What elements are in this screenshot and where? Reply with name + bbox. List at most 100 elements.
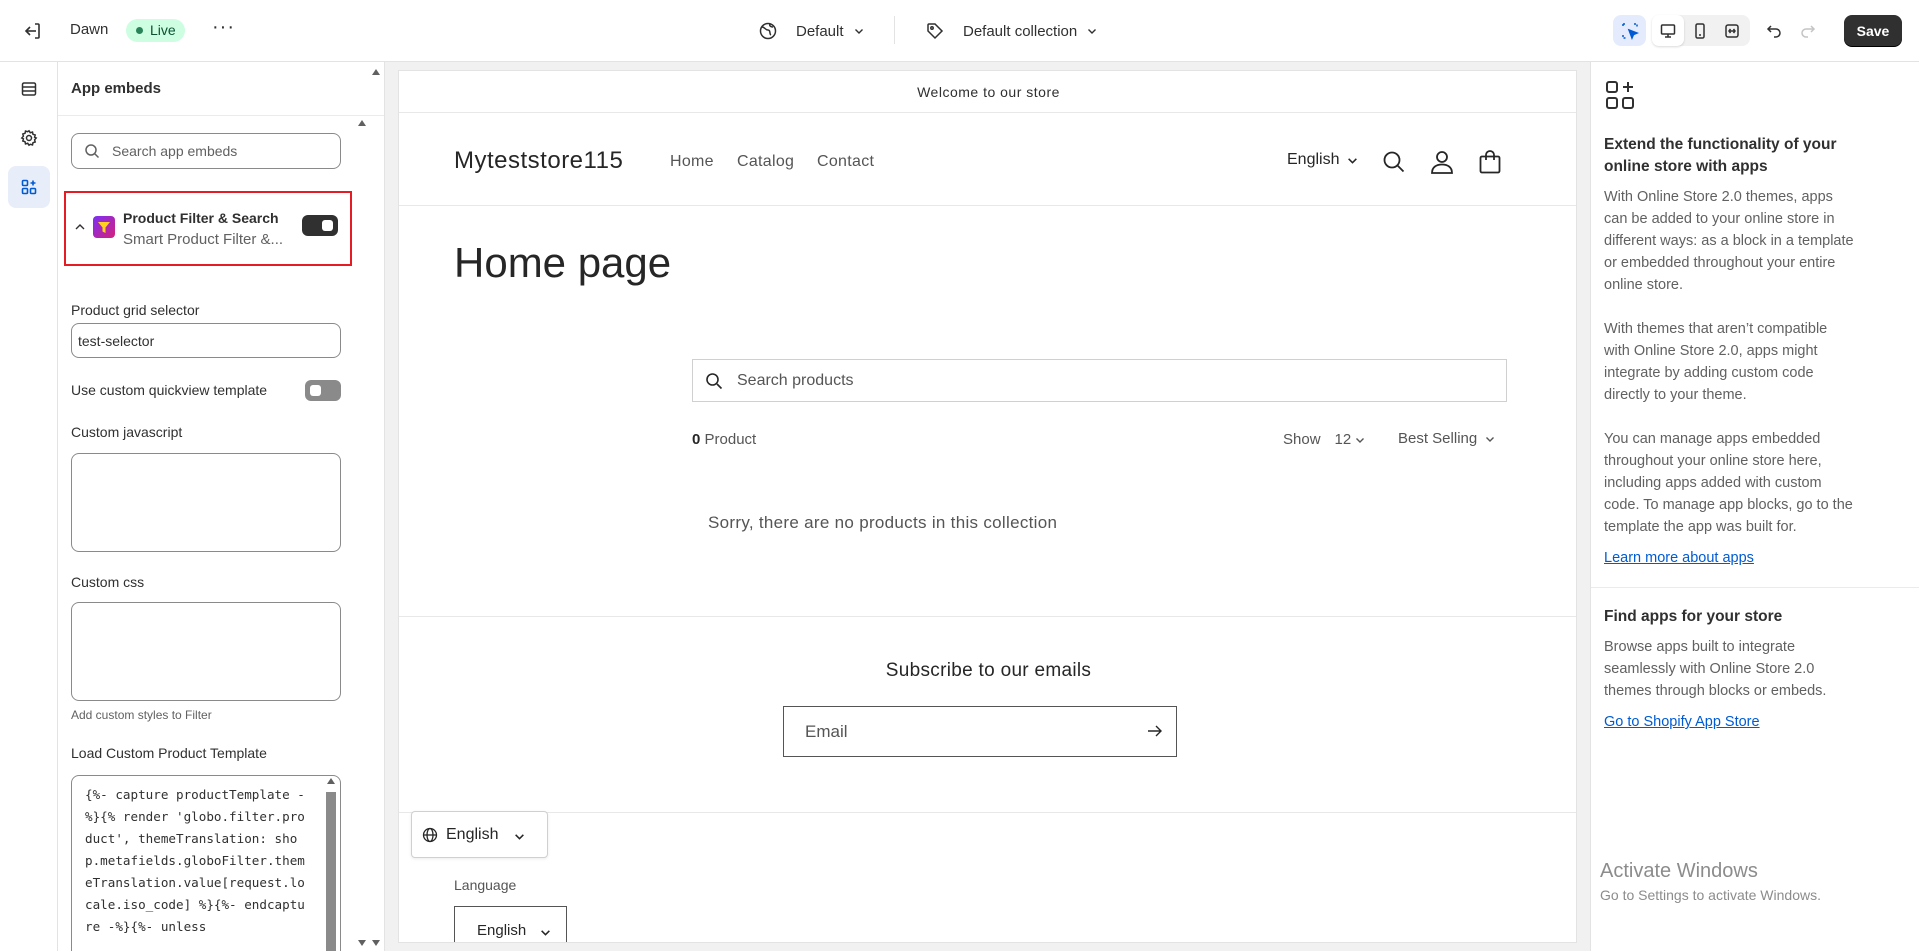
chevron-down-icon [854,29,863,34]
chevron-down-icon [1486,436,1495,442]
left-rail [0,62,58,951]
scroll-down-arrow-icon[interactable] [358,940,366,946]
save-button[interactable]: Save [1844,15,1902,46]
cursor-select-icon [1622,23,1640,41]
nav-home[interactable]: Home [670,153,714,171]
app-name: Product Filter & Search [123,210,279,226]
nav-catalog[interactable]: Catalog [737,153,794,171]
inspector-button[interactable] [1613,15,1646,46]
desktop-view-button[interactable] [1652,15,1684,46]
scroll-down-arrow-icon[interactable] [372,940,380,946]
desktop-icon [1660,23,1676,38]
chevron-up-icon[interactable] [74,221,86,233]
scroll-up-arrow-icon[interactable] [372,69,380,75]
app-store-link[interactable]: Go to Shopify App Store [1604,714,1760,730]
footer-language-label: Language [454,877,517,893]
footer-language-value: English [477,921,527,939]
collection-select[interactable]: Default collection [925,19,1097,43]
textarea-scrollbar[interactable] [326,792,336,951]
product-search-input[interactable]: Search products [692,359,1507,402]
quickview-label: Use custom quickview template [71,382,268,398]
footer-language-select[interactable]: English [454,906,567,942]
page-title: Home page [454,239,672,286]
search-icon [85,144,100,159]
custom-js-label: Custom javascript [71,424,183,440]
gear-icon [20,129,38,147]
globe-icon [759,22,777,40]
apps-icon [21,179,37,195]
globe-icon [422,827,438,843]
product-count: 0 Product [692,431,757,448]
rail-app-embeds-button[interactable] [8,166,50,208]
cart-icon[interactable] [1476,148,1504,176]
exit-icon[interactable] [20,19,44,43]
panel-title: App embeds [71,80,162,97]
store-preview: Welcome to our store Myteststore115 Home… [398,70,1577,943]
device-switcher [1652,15,1750,46]
divider [1591,587,1919,588]
find-apps-title: Find apps for your store [1604,608,1783,625]
search-input[interactable]: Search app embeds [71,133,341,169]
show-value: 12 [1334,431,1352,448]
show-select[interactable]: Show 12 [1283,431,1365,448]
mobile-view-button[interactable] [1684,15,1716,46]
divider [58,115,384,116]
custom-css-helper: Add custom styles to Filter [71,708,212,722]
sort-value: Best Selling [1398,430,1478,447]
email-field[interactable]: Email [783,706,1177,757]
grid-selector-input[interactable]: test-selector [71,323,341,358]
custom-js-textarea[interactable] [71,453,341,552]
language-label: English [1287,151,1340,168]
nav-contact[interactable]: Contact [817,153,874,171]
search-icon[interactable] [1380,148,1408,176]
info-paragraph-2: With themes that aren’t compatible with … [1604,321,1828,403]
chevron-down-icon [1088,29,1097,34]
product-template-textarea[interactable]: {%- capture productTemplate -%}{% render… [71,775,341,951]
rail-sections-button[interactable] [8,68,50,110]
learn-more-link[interactable]: Learn more about apps [1604,550,1754,566]
collection-select-label: Default collection [963,22,1078,40]
mobile-icon [1695,22,1705,39]
app-enabled-toggle[interactable] [302,215,338,236]
grid-selector-label: Product grid selector [71,302,200,318]
tag-icon [927,23,944,40]
info-title: Extend the functionality of your online … [1604,136,1837,175]
redo-icon[interactable] [1796,18,1820,42]
divider [894,16,895,44]
language-select[interactable]: English [1287,151,1358,169]
fullscreen-icon [1725,23,1739,38]
sort-select[interactable]: Best Selling [1398,430,1495,447]
theme-name: Dawn [70,21,109,38]
info-paragraph-1: With Online Store 2.0 themes, apps can b… [1604,189,1854,293]
empty-collection-message: Sorry, there are no products in this col… [708,513,1058,532]
find-apps-paragraph: Browse apps built to integrate seamlessl… [1604,639,1827,699]
arrow-right-icon[interactable] [1147,724,1163,738]
apps-icon [1606,81,1634,109]
app-subtitle: Smart Product Filter &... [123,231,284,248]
app-logo-icon [93,216,115,238]
watermark-line-1: Activate Windows [1600,860,1758,882]
store-name[interactable]: Myteststore115 [454,147,623,175]
undo-icon[interactable] [1762,18,1786,42]
divider [399,616,1576,617]
custom-css-textarea[interactable] [71,602,341,701]
more-icon[interactable]: ··· [212,16,236,44]
account-icon[interactable] [1428,148,1456,176]
scroll-up-arrow-icon[interactable] [358,120,366,126]
custom-css-label: Custom css [71,574,145,590]
divider [399,812,1576,813]
floating-language-switcher[interactable]: English [411,811,548,858]
windows-activation-watermark: Activate Windows Go to Settings to activ… [1600,860,1821,903]
template-select-label: Default [796,22,844,40]
app-embed-product-filter[interactable]: Product Filter & Search Smart Product Fi… [64,191,352,266]
product-template-label: Load Custom Product Template [71,745,267,761]
divider [399,205,1576,206]
scroll-up-arrow-icon[interactable] [327,778,335,784]
fullscreen-view-button[interactable] [1716,15,1748,46]
chevron-down-icon [541,930,550,936]
rail-settings-button[interactable] [8,117,50,159]
quickview-toggle[interactable] [305,380,341,401]
search-icon [706,373,723,390]
template-select[interactable]: Default [758,19,864,43]
sections-icon [21,82,37,96]
